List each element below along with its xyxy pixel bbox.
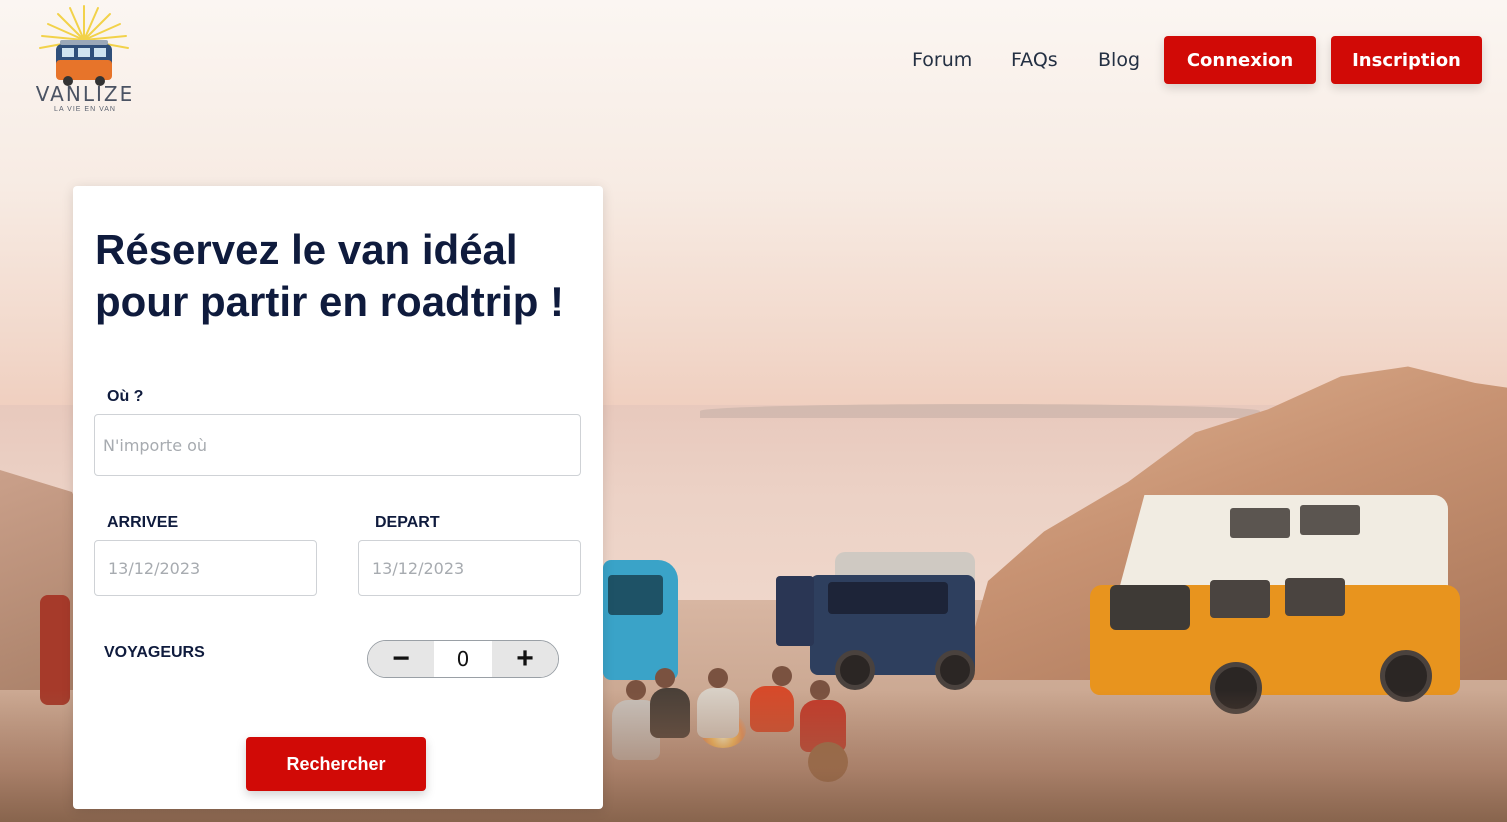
- horizon-hills: [700, 404, 1260, 418]
- nav-link-faqs[interactable]: FAQs: [1011, 49, 1058, 71]
- signup-button[interactable]: Inscription: [1331, 36, 1482, 84]
- departure-date-input[interactable]: [358, 540, 581, 596]
- decrement-travelers-button[interactable]: −: [368, 641, 434, 677]
- van-orange-window: [1300, 505, 1360, 535]
- travelers-stepper: − 0 +: [367, 640, 559, 678]
- van-orange-window: [1285, 578, 1345, 616]
- search-title-line-1: Réservez le van idéal: [95, 226, 518, 273]
- travelers-count: 0: [456, 647, 470, 671]
- brand-name: VANLIZE: [35, 82, 135, 106]
- arrival-label: ARRIVEE: [107, 514, 179, 531]
- brand-logo[interactable]: VANLIZE LA VIE EN VAN: [22, 2, 147, 117]
- where-label: Où ?: [107, 388, 144, 405]
- van-orange-window: [1210, 580, 1270, 618]
- travelers-label: VOYAGEURS: [104, 644, 205, 661]
- wheel: [835, 650, 875, 690]
- van-orange-window: [1230, 508, 1290, 538]
- van-red: [40, 595, 70, 705]
- increment-travelers-button[interactable]: +: [492, 641, 558, 677]
- where-input[interactable]: [94, 414, 581, 476]
- arrival-date-input[interactable]: [94, 540, 317, 596]
- person-head: [708, 668, 728, 688]
- van-blue-window: [828, 582, 948, 614]
- departure-label: DEPART: [375, 514, 440, 531]
- van-teal-window: [608, 575, 663, 615]
- search-card: Réservez le van idéal pour partir en roa…: [73, 186, 603, 809]
- person-head: [655, 668, 675, 688]
- person-head: [772, 666, 792, 686]
- login-button[interactable]: Connexion: [1164, 36, 1316, 84]
- nav-link-blog[interactable]: Blog: [1098, 49, 1140, 71]
- van-blue-door: [776, 576, 814, 646]
- site-header: VANLIZE LA VIE EN VAN Forum FAQs Blog Co…: [0, 0, 1507, 120]
- search-title: Réservez le van idéal pour partir en roa…: [95, 224, 595, 328]
- search-title-line-2: pour partir en roadtrip !: [95, 278, 565, 325]
- brand-tagline: LA VIE EN VAN: [54, 106, 116, 113]
- wheel: [935, 650, 975, 690]
- van-orange-windshield: [1110, 585, 1190, 630]
- nav-link-forum[interactable]: Forum: [912, 49, 972, 71]
- search-button[interactable]: Rechercher: [246, 737, 426, 791]
- van-with-sun-logo-icon: [39, 5, 129, 86]
